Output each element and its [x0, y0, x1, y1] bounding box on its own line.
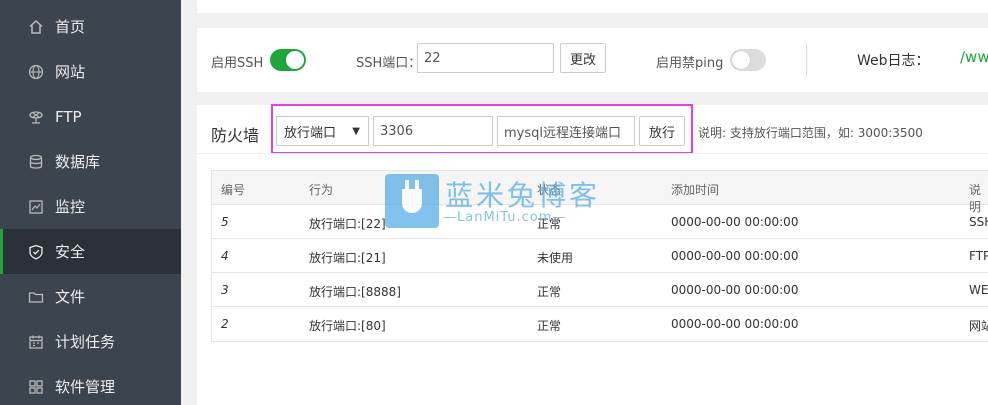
- allow-port-button[interactable]: 放行: [639, 116, 685, 146]
- ping-toggle[interactable]: [730, 49, 766, 71]
- sidebar-item-label: 首页: [55, 18, 86, 36]
- sidebar-item-ftp[interactable]: FTP: [0, 94, 181, 139]
- sidebar-item-label: 监控: [55, 198, 86, 216]
- rule-status: 正常: [537, 319, 562, 333]
- firewall-title: 防火墙: [211, 126, 260, 145]
- sidebar-item-label: 文件: [55, 288, 86, 306]
- sidebar-item-label: FTP: [55, 107, 82, 126]
- rule-action: 放行端口:[80]: [309, 319, 386, 333]
- ssh-toggle[interactable]: [270, 49, 306, 71]
- folder-icon: [28, 289, 44, 305]
- divider: [197, 153, 988, 154]
- sidebar-item-software[interactable]: 软件管理: [0, 364, 181, 405]
- ssh-port-label: SSH端口：: [356, 56, 422, 71]
- watermark-title: 蓝米兔博客: [445, 179, 601, 212]
- watermark-subtitle: —LanMiTu.com—: [443, 210, 567, 225]
- weblog-path-link[interactable]: /www: [960, 48, 988, 66]
- rule-type-select[interactable]: 放行端口 ▼: [276, 116, 369, 146]
- rule-id: 3: [221, 283, 229, 297]
- database-icon: [28, 154, 44, 170]
- sidebar-item-home[interactable]: 首页: [0, 4, 181, 49]
- column-header: 行为: [309, 183, 334, 197]
- column-header: 编号: [221, 183, 246, 197]
- apps-icon: [28, 379, 44, 395]
- home-icon: [28, 19, 44, 35]
- calendar-icon: [28, 334, 44, 350]
- rule-note: SSH: [969, 215, 988, 229]
- sidebar-item-database[interactable]: 数据库: [0, 139, 181, 184]
- rule-status: 正常: [537, 285, 562, 299]
- sidebar-item-label: 软件管理: [55, 378, 116, 396]
- toggle-knob: [732, 51, 750, 69]
- ssh-port-input[interactable]: 22: [417, 43, 554, 73]
- rule-time: 0000-00-00 00:00:00: [671, 317, 799, 331]
- ftp-icon: [28, 109, 44, 125]
- sidebar-item-website[interactable]: 网站: [0, 49, 181, 94]
- rule-id: 2: [221, 317, 229, 331]
- sidebar-item-cron[interactable]: 计划任务: [0, 319, 181, 364]
- remark-input[interactable]: mysql远程连接端口: [497, 116, 635, 146]
- plug-logo-icon: [385, 174, 439, 228]
- rule-note: FTP: [969, 249, 988, 263]
- watermark: 蓝米兔博客 —LanMiTu.com—: [385, 172, 607, 230]
- rule-time: 0000-00-00 00:00:00: [671, 249, 799, 263]
- sidebar-item-label: 计划任务: [55, 333, 116, 351]
- rule-id: 5: [221, 215, 229, 229]
- sidebar-item-security[interactable]: 安全: [0, 229, 181, 274]
- table-row: 2 放行端口:[80] 正常 0000-00-00 00:00:00 网站: [212, 307, 988, 341]
- sidebar-item-label: 网站: [55, 63, 86, 81]
- rule-action: 放行端口:[8888]: [309, 285, 401, 299]
- sidebar-item-label: 数据库: [55, 153, 101, 171]
- caret-down-icon: ▼: [352, 126, 360, 137]
- firewall-note: 说明: 支持放行端口范围，如: 3000:3500: [698, 126, 923, 140]
- sidebar-item-label: 安全: [55, 243, 86, 261]
- table-row: 3 放行端口:[8888] 正常 0000-00-00 00:00:00 WE: [212, 273, 988, 307]
- rule-time: 0000-00-00 00:00:00: [671, 283, 799, 297]
- monitor-icon: [28, 199, 44, 215]
- top-panel: [197, 0, 988, 13]
- column-header: 添加时间: [671, 183, 720, 197]
- rule-id: 4: [221, 249, 229, 263]
- ssh-port-change-button[interactable]: 更改: [560, 43, 606, 73]
- toggle-knob: [286, 51, 304, 69]
- firewall-panel: 防火墙 放行端口 ▼ 3306 mysql远程连接端口 放行 说明: 支持放行端…: [197, 104, 988, 405]
- sidebar-item-monitor[interactable]: 监控: [0, 184, 181, 229]
- rule-time: 0000-00-00 00:00:00: [671, 215, 799, 229]
- rule-note: 网站: [969, 319, 988, 333]
- globe-icon: [28, 64, 44, 80]
- table-row: 4 放行端口:[21] 未使用 0000-00-00 00:00:00 FTP: [212, 239, 988, 273]
- rule-type-value: 放行端口: [284, 125, 337, 141]
- weblog-label: Web日志：: [857, 53, 930, 69]
- rule-note: WE: [969, 283, 988, 297]
- rule-action: 放行端口:[21]: [309, 251, 386, 265]
- rule-status: 未使用: [537, 251, 574, 265]
- divider: [806, 43, 807, 77]
- port-input[interactable]: 3306: [373, 116, 493, 146]
- rule-action: 放行端口:[22]: [309, 217, 386, 231]
- sidebar-item-files[interactable]: 文件: [0, 274, 181, 319]
- ssh-enable-label: 启用SSH: [211, 56, 264, 71]
- ssh-settings-panel: 启用SSH SSH端口： 22 更改 启用禁ping Web日志： /www: [197, 28, 988, 92]
- ping-label: 启用禁ping: [656, 56, 724, 71]
- sidebar: 首页 网站 FTP 数据库 监控 安全 文件 计划任务 软件管理: [0, 0, 181, 405]
- shield-icon: [28, 244, 44, 260]
